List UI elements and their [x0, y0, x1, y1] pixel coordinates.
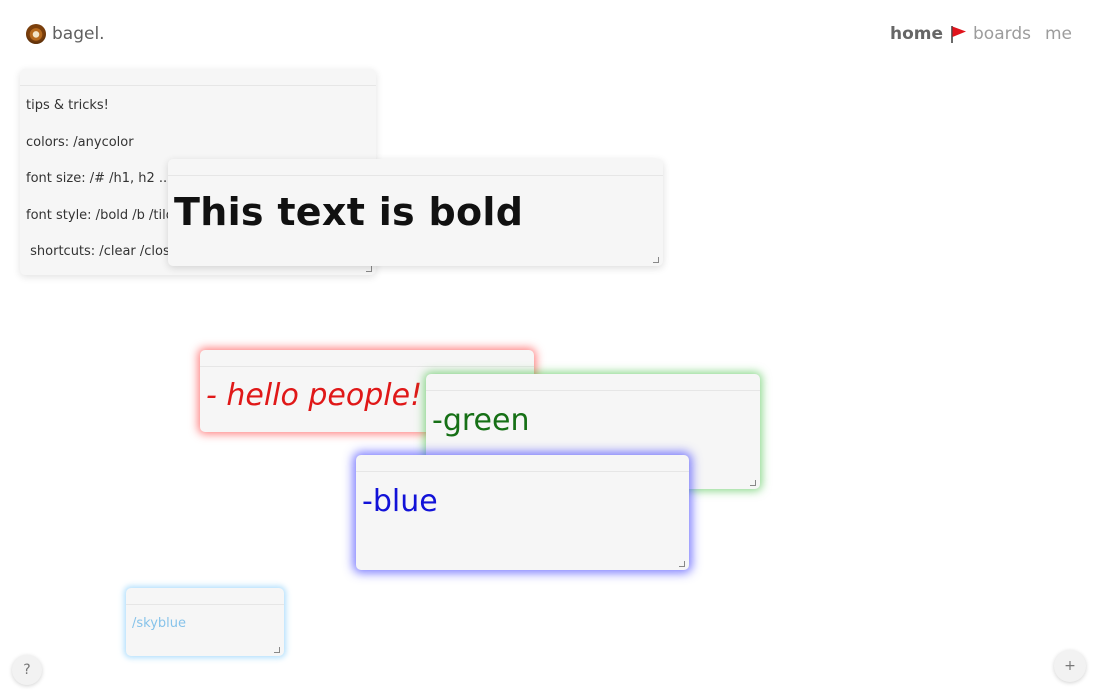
note-drag-handle[interactable] — [200, 350, 534, 367]
note-drag-handle[interactable] — [168, 159, 663, 176]
note-text: -blue — [362, 484, 438, 519]
top-nav: home boards me — [890, 22, 1072, 46]
note-blue[interactable]: -blue — [356, 455, 689, 570]
nav-me-link[interactable]: me — [1045, 24, 1072, 44]
note-text: /skyblue — [132, 616, 187, 631]
note-bold[interactable]: This text is bold — [168, 159, 663, 266]
brand-logo[interactable]: bagel. — [26, 22, 105, 46]
nav-home-link[interactable]: home — [890, 24, 943, 44]
resize-handle[interactable] — [274, 647, 280, 653]
nav-boards-link[interactable]: boards — [973, 24, 1031, 44]
help-button[interactable]: ? — [12, 655, 42, 685]
resize-handle[interactable] — [653, 257, 659, 263]
note-drag-handle[interactable] — [356, 455, 689, 472]
note-content[interactable]: -green — [426, 403, 760, 438]
note-skyblue[interactable]: /skyblue — [126, 588, 284, 656]
note-line: tips & tricks! — [26, 98, 109, 113]
note-drag-handle[interactable] — [20, 69, 376, 86]
brand-name: bagel. — [52, 24, 105, 44]
note-drag-handle[interactable] — [426, 374, 760, 391]
note-content[interactable]: /skyblue — [126, 616, 284, 631]
bagel-icon — [26, 24, 46, 44]
red-flag-icon — [951, 26, 967, 43]
note-text: This text is bold — [174, 190, 524, 234]
resize-handle[interactable] — [366, 266, 372, 272]
resize-handle[interactable] — [679, 561, 685, 567]
note-content[interactable]: -blue — [356, 484, 689, 519]
add-note-button[interactable]: + — [1054, 650, 1086, 682]
note-drag-handle[interactable] — [126, 588, 284, 605]
resize-handle[interactable] — [750, 480, 756, 486]
note-content[interactable]: This text is bold — [168, 190, 663, 234]
note-text: -green — [432, 403, 530, 438]
note-line: colors: /anycolor — [26, 134, 134, 150]
